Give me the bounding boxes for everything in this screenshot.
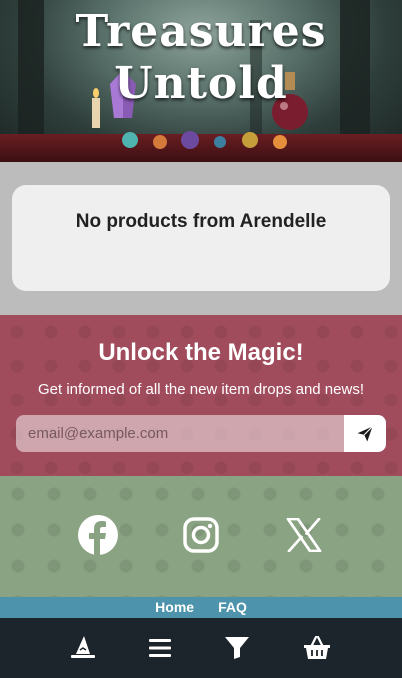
wizard-hat-icon (71, 636, 95, 658)
bottom-nav (0, 618, 402, 678)
instagram-icon (183, 517, 219, 553)
newsletter-title: Unlock the Magic! (98, 339, 304, 366)
paper-plane-icon (357, 425, 373, 441)
social-section (0, 476, 402, 597)
newsletter-subtitle: Get informed of all the new item drops a… (37, 381, 364, 398)
instagram-link[interactable] (180, 514, 222, 556)
hero-banner: Treasures Untold (0, 0, 402, 162)
hero-title-line2: Untold (114, 58, 288, 109)
newsletter-form (16, 415, 386, 452)
x-icon (286, 518, 322, 552)
facebook-icon (78, 515, 118, 555)
nav-filter-button[interactable] (222, 635, 252, 661)
footer-link-faq[interactable]: FAQ (218, 597, 247, 618)
empty-products-card: No products from Arendelle (12, 185, 390, 291)
gems-image (122, 131, 287, 149)
nav-home-button[interactable] (68, 635, 98, 661)
x-link[interactable] (283, 514, 325, 556)
facebook-link[interactable] (77, 514, 119, 556)
subscribe-button[interactable] (344, 415, 386, 452)
menu-icon (149, 639, 171, 657)
newsletter-section: Unlock the Magic! Get informed of all th… (0, 315, 402, 476)
hero-title-line1: Treasures (75, 6, 327, 57)
hero-title: Treasures Untold (0, 6, 402, 110)
filter-icon (225, 637, 249, 659)
empty-products-message: No products from Arendelle (75, 211, 327, 232)
basket-icon (304, 636, 330, 659)
nav-menu-button[interactable] (145, 635, 175, 661)
email-input[interactable] (16, 415, 344, 452)
nav-basket-button[interactable] (302, 635, 332, 661)
footer-links: Home FAQ (0, 597, 402, 618)
footer-link-home[interactable]: Home (155, 597, 194, 618)
